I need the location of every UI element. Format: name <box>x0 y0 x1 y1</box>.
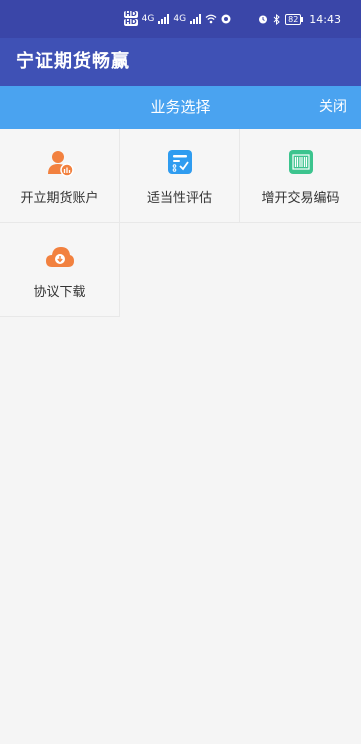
assessment-icon <box>167 150 192 174</box>
sim-label-2: HD <box>124 18 138 26</box>
app-title: 宁证期货畅赢 <box>16 51 130 72</box>
close-button[interactable]: 关闭 <box>319 86 347 129</box>
business-select-header: 业务选择 关闭 <box>0 86 361 129</box>
grid-item-label: 增开交易编码 <box>261 191 340 206</box>
grid-item-agreement-download[interactable]: 协议下载 <box>0 223 120 317</box>
barcode-icon <box>288 150 313 174</box>
status-network-group: HD HD 4G 4G <box>124 11 231 27</box>
network-label-1: 4G <box>141 14 155 24</box>
app-bar: 宁证期货畅赢 <box>0 38 361 86</box>
status-time: 14:43 <box>309 12 341 26</box>
alarm-icon <box>259 15 268 24</box>
cloud-download-icon <box>45 247 74 267</box>
battery-indicator: 82 <box>285 13 304 25</box>
wifi-icon <box>205 14 217 24</box>
page-title: 业务选择 <box>150 98 211 116</box>
sim-label-1: HD <box>124 10 138 18</box>
status-bar: HD HD 4G 4G 82 14:43 <box>0 0 361 38</box>
signal-icon <box>158 14 170 24</box>
open-account-icon <box>47 151 74 177</box>
signal-icon <box>190 14 202 24</box>
status-right-group: 82 14:43 <box>258 11 341 27</box>
grid-item-assessment[interactable]: 适当性评估 <box>120 129 240 223</box>
notification-icon <box>221 14 231 24</box>
grid-item-label: 协议下载 <box>33 285 86 300</box>
network-label-2: 4G <box>173 14 187 24</box>
grid-item-label: 开立期货账户 <box>20 191 99 206</box>
grid-item-label: 适当性评估 <box>146 191 212 206</box>
bluetooth-icon <box>273 13 280 25</box>
grid-item-open-account[interactable]: 开立期货账户 <box>0 129 120 223</box>
sim-indicator: HD HD <box>124 11 138 27</box>
grid-item-trading-code[interactable]: 增开交易编码 <box>240 129 361 223</box>
